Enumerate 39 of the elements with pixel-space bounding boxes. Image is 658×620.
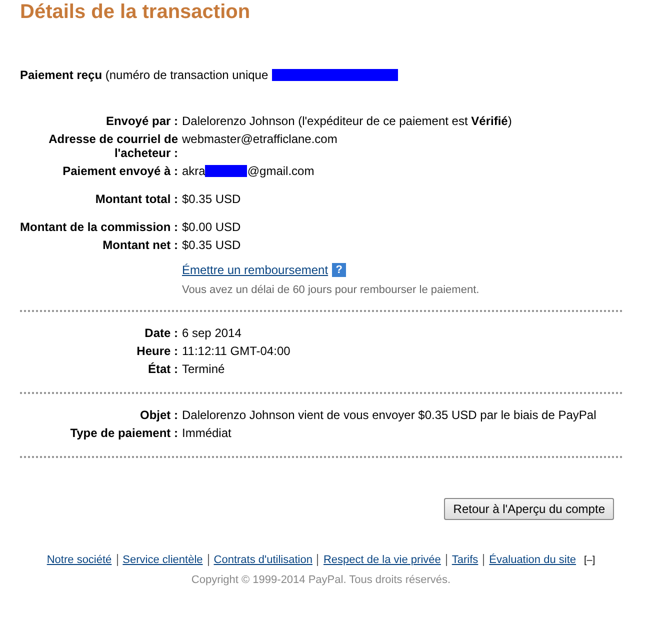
field-label: Type de paiement : bbox=[69, 426, 178, 440]
value-text: webmaster@etrafficlane.com bbox=[182, 132, 338, 146]
footer-link[interactable]: Évaluation du site bbox=[489, 554, 576, 566]
refund-note: Vous avez un délai de 60 jours pour rembourser le paiement. bbox=[182, 284, 480, 296]
header-text: (numéro de transaction unique bbox=[105, 68, 270, 82]
field-label: Date : bbox=[144, 326, 178, 340]
value-text: $0.00 USD bbox=[182, 220, 241, 234]
field-label: Montant de la commission : bbox=[20, 220, 178, 234]
field-label: Montant net : bbox=[102, 238, 178, 252]
value-text: 11:12:11 GMT-04:00 bbox=[182, 344, 290, 358]
value-text: Terminé bbox=[182, 362, 225, 376]
back-button[interactable]: Retour à l'Aperçu du compte bbox=[444, 498, 614, 520]
page-title: Détails de la transaction bbox=[20, 0, 252, 24]
field-label: Paiement envoyé à : bbox=[62, 164, 178, 178]
field-label: Montant total : bbox=[94, 192, 178, 206]
footer-link[interactable]: Respect de la vie privée bbox=[323, 554, 441, 566]
copyright-text: Copyright © 1999-2014 PayPal. Tous droits réservés. bbox=[190, 574, 452, 586]
value-text: Immédiat bbox=[182, 426, 232, 440]
redaction-bar bbox=[205, 165, 248, 177]
header-label: Paiement reçu bbox=[20, 68, 102, 82]
field-label: Adresse de courriel de l'acheteur : bbox=[48, 132, 178, 160]
help-icon[interactable]: ? bbox=[332, 263, 346, 277]
footer-link[interactable]: Tarifs bbox=[452, 554, 478, 566]
value-text: Dalelorenzo Johnson vient de vous envoyer $0.35 USD par le biais de PayPal bbox=[182, 408, 596, 422]
value-text: 6 sep 2014 bbox=[182, 326, 242, 340]
field-label: Heure : bbox=[136, 344, 178, 358]
value-text: akra bbox=[182, 164, 206, 178]
footer-link[interactable]: Contrats d'utilisation bbox=[214, 554, 312, 566]
footer-link[interactable]: Service clientèle bbox=[122, 554, 203, 566]
value-text: @gmail.com bbox=[247, 164, 314, 178]
footer-link[interactable]: Notre société bbox=[46, 554, 112, 566]
field-label: Envoyé par : bbox=[104, 114, 178, 128]
collapse-toggle[interactable]: [–] bbox=[584, 554, 596, 566]
value-text: $0.35 USD bbox=[182, 238, 241, 252]
field-label: État : bbox=[147, 362, 178, 376]
value-text: Dalelorenzo Johnson (l'expéditeur de ce paiement est Vérifié) bbox=[182, 114, 512, 128]
refund-link[interactable]: Émettre un remboursement bbox=[182, 263, 328, 277]
value-text: $0.35 USD bbox=[182, 192, 241, 206]
field-label: Objet : bbox=[139, 408, 178, 422]
